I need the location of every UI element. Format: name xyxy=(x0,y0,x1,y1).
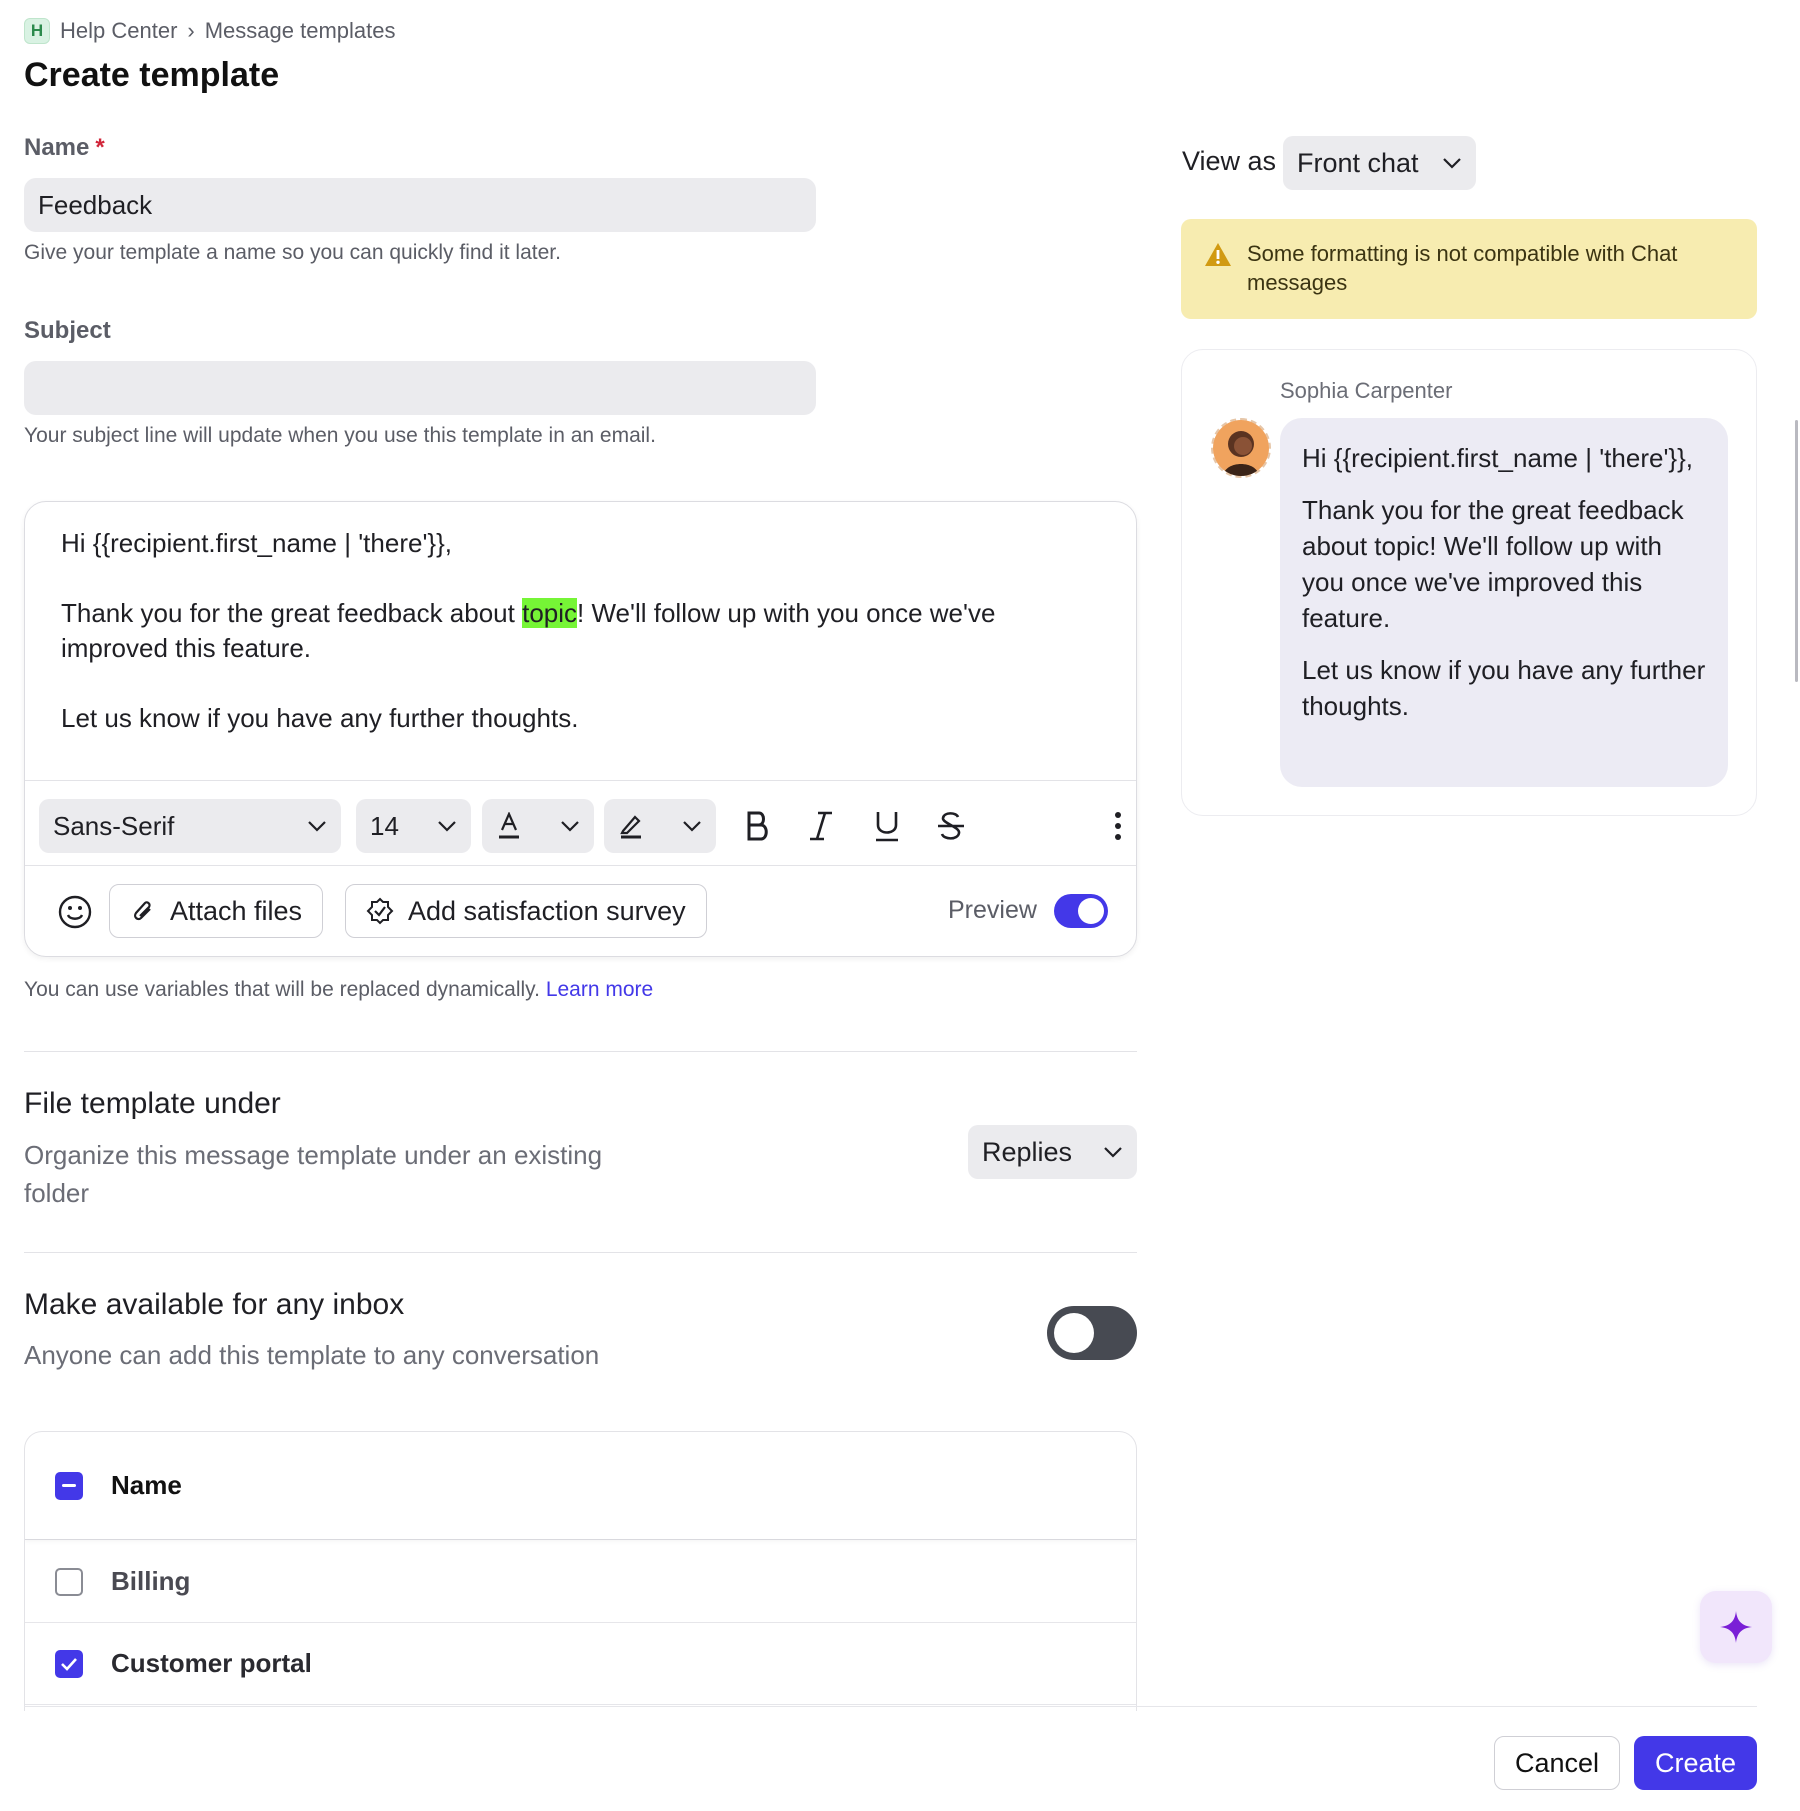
editor-greeting: Hi {{recipient.first_name | 'there'}}, xyxy=(61,528,453,558)
warning-icon xyxy=(1205,243,1231,266)
strikethrough-icon[interactable] xyxy=(929,801,973,851)
breadcrumb-root[interactable]: Help Center xyxy=(60,18,177,44)
scrollbar[interactable] xyxy=(1795,420,1798,682)
chevron-down-icon xyxy=(561,821,579,832)
formatting-warning: Some formatting is not compatible with C… xyxy=(1181,219,1757,319)
font-family-value: Sans-Serif xyxy=(53,810,175,841)
format-toolbar: Sans-Serif 14 xyxy=(25,780,1136,866)
editor-body[interactable]: Hi {{recipient.first_name | 'there'}}, T… xyxy=(61,526,1101,736)
attach-files-label: Attach files xyxy=(170,895,303,926)
name-input[interactable]: Feedback xyxy=(24,178,816,232)
breadcrumb: H Help Center › Message templates xyxy=(24,16,395,46)
folder-select[interactable]: Replies xyxy=(968,1125,1137,1179)
required-mark: * xyxy=(95,134,105,161)
text-color-select[interactable] xyxy=(482,799,594,853)
any-inbox-toggle[interactable] xyxy=(1047,1306,1137,1360)
sparkle-icon xyxy=(1720,1611,1752,1643)
text-color-icon xyxy=(499,812,519,839)
row-name: Billing xyxy=(111,1566,191,1596)
chevron-down-icon xyxy=(1443,158,1461,169)
highlighted-variable[interactable]: topic xyxy=(522,598,578,628)
chevron-down-icon xyxy=(438,821,456,832)
font-family-select[interactable]: Sans-Serif xyxy=(39,799,341,853)
footer-divider xyxy=(24,1706,1757,1707)
chevron-right-icon: › xyxy=(187,18,195,43)
learn-more-link[interactable]: Learn more xyxy=(546,978,653,1001)
ai-assistant-button[interactable] xyxy=(1700,1591,1772,1663)
bubble-greeting: Hi {{recipient.first_name | 'there'}}, xyxy=(1302,443,1694,473)
preview-label: Preview xyxy=(948,896,1037,924)
column-name-header: Name xyxy=(111,1470,182,1500)
add-survey-label: Add satisfaction survey xyxy=(408,895,686,926)
underline-icon[interactable] xyxy=(865,801,909,851)
page-title: Create template xyxy=(24,56,280,94)
chevron-down-icon xyxy=(683,821,701,832)
help-center-badge: H xyxy=(24,18,50,44)
chevron-down-icon xyxy=(1104,1147,1122,1158)
emoji-icon[interactable] xyxy=(57,894,93,930)
subject-input[interactable] xyxy=(24,361,816,415)
font-size-value: 14 xyxy=(370,810,399,841)
highlight-color-select[interactable] xyxy=(604,799,716,853)
avatar xyxy=(1211,418,1271,478)
subject-helper: Your subject line will update when you u… xyxy=(24,424,656,447)
chat-bubble: Hi {{recipient.first_name | 'there'}}, T… xyxy=(1280,418,1728,787)
variables-note-text: You can use variables that will be repla… xyxy=(24,978,540,1001)
attach-files-button[interactable]: Attach files xyxy=(109,884,324,938)
badge-check-icon xyxy=(366,897,394,925)
message-editor[interactable]: Hi {{recipient.first_name | 'there'}}, T… xyxy=(24,501,1137,957)
warning-text: Some formatting is not compatible with C… xyxy=(1247,241,1678,295)
highlight-icon xyxy=(620,815,641,839)
table-header: Name xyxy=(25,1432,1136,1540)
file-under-title: File template under xyxy=(24,1087,281,1120)
bubble-body: Thank you for the great feedback about t… xyxy=(1302,495,1684,633)
row-checkbox[interactable] xyxy=(55,1649,83,1678)
name-helper: Give your template a name so you can qui… xyxy=(24,241,561,264)
subject-label: Subject xyxy=(24,317,111,344)
divider xyxy=(24,1051,1137,1052)
italic-icon[interactable] xyxy=(799,801,843,851)
editor-actions: Attach files Add satisfaction survey Pre… xyxy=(25,866,1136,958)
inbox-table: Name Billing Customer portal xyxy=(24,1431,1137,1711)
breadcrumb-current[interactable]: Message templates xyxy=(205,18,396,44)
create-button[interactable]: Create xyxy=(1634,1736,1757,1790)
table-row[interactable]: Customer portal xyxy=(25,1623,1136,1705)
file-under-description: Organize this message template under an … xyxy=(24,1140,603,1208)
table-row[interactable]: Billing xyxy=(25,1541,1136,1623)
name-label: Name * xyxy=(24,134,105,162)
folder-select-value: Replies xyxy=(982,1136,1073,1167)
row-checkbox[interactable] xyxy=(55,1567,83,1596)
view-as-select[interactable]: Front chat xyxy=(1283,136,1476,190)
font-size-select[interactable]: 14 xyxy=(356,799,471,853)
availability-description: Anyone can add this template to any conv… xyxy=(24,1340,600,1370)
preview-toggle[interactable] xyxy=(1054,894,1108,928)
bubble-closing: Let us know if you have any further thou… xyxy=(1302,655,1706,721)
view-as-label: View as xyxy=(1182,146,1277,176)
editor-text: Thank you for the great feedback about xyxy=(61,598,523,628)
editor-closing: Let us know if you have any further thou… xyxy=(61,703,579,733)
view-as-value: Front chat xyxy=(1297,147,1419,178)
sender-name: Sophia Carpenter xyxy=(1280,378,1453,403)
cancel-button[interactable]: Cancel xyxy=(1494,1736,1620,1790)
divider xyxy=(24,1252,1137,1253)
availability-title: Make available for any inbox xyxy=(24,1288,405,1321)
select-all-checkbox[interactable] xyxy=(55,1471,83,1500)
paperclip-icon xyxy=(133,901,151,921)
chat-preview-card: Sophia Carpenter Hi {{recipient.first_na… xyxy=(1181,349,1757,816)
name-label-text: Name xyxy=(24,134,90,161)
chevron-down-icon xyxy=(308,821,326,832)
row-name: Customer portal xyxy=(111,1648,312,1678)
check-icon xyxy=(61,1657,77,1671)
bold-icon[interactable] xyxy=(736,801,780,851)
editor-paragraph: Thank you for the great feedback about t… xyxy=(61,596,1101,666)
more-vertical-icon[interactable] xyxy=(1096,801,1140,851)
add-survey-button[interactable]: Add satisfaction survey xyxy=(345,884,707,938)
variables-note: You can use variables that will be repla… xyxy=(24,978,653,1002)
